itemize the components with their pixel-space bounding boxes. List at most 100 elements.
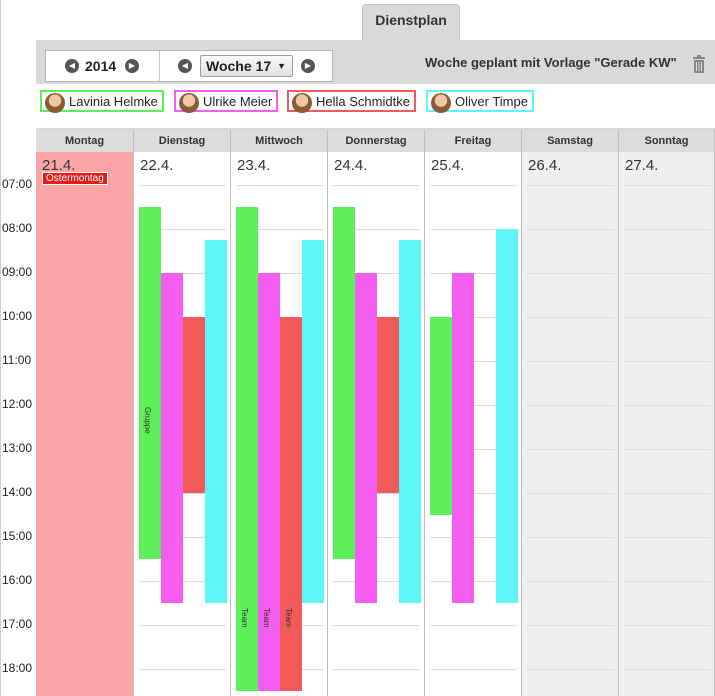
- person-chip[interactable]: Ulrike Meier: [174, 90, 279, 113]
- prev-year-icon[interactable]: ◀: [65, 59, 79, 73]
- divider: [159, 51, 160, 81]
- avatar: [431, 93, 451, 113]
- hour-gridline: [527, 449, 614, 450]
- person-name: Hella Schmidtke: [316, 94, 410, 109]
- time-label: 11:00: [2, 353, 32, 367]
- hour-gridline: [527, 669, 614, 670]
- week-select-value: Woche 17: [206, 58, 272, 74]
- person-chip[interactable]: Lavinia Helmke: [40, 90, 164, 113]
- hour-gridline: [527, 581, 614, 582]
- shift-label: Team: [284, 608, 293, 628]
- shift-block[interactable]: [430, 317, 452, 515]
- shift-block[interactable]: [496, 229, 518, 603]
- shift-block[interactable]: [333, 207, 355, 559]
- hour-gridline: [624, 317, 710, 318]
- hour-gridline: [624, 581, 710, 582]
- time-label: 16:00: [2, 573, 33, 587]
- hour-gridline: [236, 185, 323, 186]
- prev-week-icon[interactable]: ◀: [178, 59, 192, 73]
- avatar: [45, 93, 65, 113]
- hour-gridline: [139, 185, 226, 186]
- day-column-weekend[interactable]: [522, 152, 619, 696]
- time-label: 10:00: [2, 309, 33, 323]
- hour-gridline: [430, 185, 517, 186]
- hour-gridline: [527, 185, 614, 186]
- hour-gridline: [624, 185, 710, 186]
- next-year-icon[interactable]: ▶: [125, 59, 139, 73]
- time-label: 17:00: [2, 617, 33, 631]
- shift-block[interactable]: Team: [258, 273, 280, 691]
- time-label: 14:00: [2, 485, 33, 499]
- day-header: Samstag: [522, 130, 619, 152]
- time-label: 07:00: [2, 177, 33, 191]
- day-date: 26.4.: [528, 157, 562, 174]
- day-header: Donnerstag: [328, 130, 425, 152]
- day-date: 22.4.: [140, 157, 174, 174]
- hour-gridline: [333, 625, 420, 626]
- time-label: 15:00: [2, 529, 33, 543]
- hour-gridline: [139, 669, 226, 670]
- day-date: 23.4.: [237, 157, 271, 174]
- person-chip[interactable]: Oliver Timpe: [426, 90, 534, 113]
- week-navigation: ◀ 2014 ▶ ◀ Woche 17 ▼ ▶: [45, 50, 333, 82]
- shift-block[interactable]: [205, 240, 227, 603]
- day-date: 27.4.: [625, 157, 659, 174]
- hour-gridline: [624, 273, 710, 274]
- hour-gridline: [624, 493, 710, 494]
- shift-block[interactable]: [183, 317, 205, 493]
- day-date: 25.4.: [431, 157, 465, 174]
- day-header: Montag: [36, 130, 134, 152]
- hour-gridline: [624, 229, 710, 230]
- hour-gridline: [527, 317, 614, 318]
- hour-gridline: [624, 669, 710, 670]
- shift-label: Team: [262, 608, 271, 628]
- avatar: [179, 93, 199, 113]
- time-label: 08:00: [2, 221, 33, 235]
- day-column-holiday[interactable]: [36, 152, 134, 696]
- time-label: 13:00: [2, 441, 33, 455]
- shift-block[interactable]: [302, 240, 324, 603]
- shift-block[interactable]: Team: [236, 207, 258, 691]
- week-select[interactable]: Woche 17 ▼: [200, 55, 293, 77]
- shift-label: Team: [240, 608, 249, 628]
- hour-gridline: [333, 669, 420, 670]
- shift-block[interactable]: [161, 273, 183, 603]
- shift-block[interactable]: [452, 273, 474, 603]
- day-header: Dienstag: [134, 130, 231, 152]
- shift-block[interactable]: Team: [280, 317, 302, 691]
- day-date: 24.4.: [334, 157, 368, 174]
- avatar: [292, 93, 312, 113]
- tab-dienstplan[interactable]: Dienstplan: [362, 4, 460, 40]
- hour-gridline: [139, 625, 226, 626]
- hour-gridline: [624, 537, 710, 538]
- dropdown-arrow-icon: ▼: [277, 61, 286, 71]
- person-name: Oliver Timpe: [455, 94, 528, 109]
- hour-gridline: [527, 405, 614, 406]
- day-header: Freitag: [425, 130, 522, 152]
- shift-block[interactable]: Gruppe: [139, 207, 161, 559]
- person-name: Ulrike Meier: [203, 94, 273, 109]
- hour-gridline: [527, 361, 614, 362]
- hour-gridline: [624, 405, 710, 406]
- hour-gridline: [333, 185, 420, 186]
- time-label: 18:00: [2, 661, 33, 675]
- hour-gridline: [527, 273, 614, 274]
- person-legend: Lavinia Helmke Ulrike Meier Hella Schmid…: [36, 84, 715, 128]
- template-info: Woche geplant mit Vorlage "Gerade KW": [425, 55, 677, 70]
- next-week-icon[interactable]: ▶: [301, 59, 315, 73]
- year-label: 2014: [85, 58, 117, 74]
- hour-gridline: [527, 493, 614, 494]
- hour-gridline: [624, 449, 710, 450]
- hour-gridline: [527, 229, 614, 230]
- shift-block[interactable]: [377, 317, 399, 493]
- trash-icon[interactable]: [692, 55, 706, 73]
- day-header: Sonntag: [619, 130, 715, 152]
- day-column-weekend[interactable]: [619, 152, 715, 696]
- time-label: 09:00: [2, 265, 33, 279]
- hour-gridline: [624, 361, 710, 362]
- person-chip[interactable]: Hella Schmidtke: [287, 90, 416, 113]
- shift-block[interactable]: [355, 273, 377, 603]
- shift-block[interactable]: [399, 240, 421, 603]
- shift-label: Gruppe: [143, 407, 152, 434]
- hour-gridline: [430, 669, 517, 670]
